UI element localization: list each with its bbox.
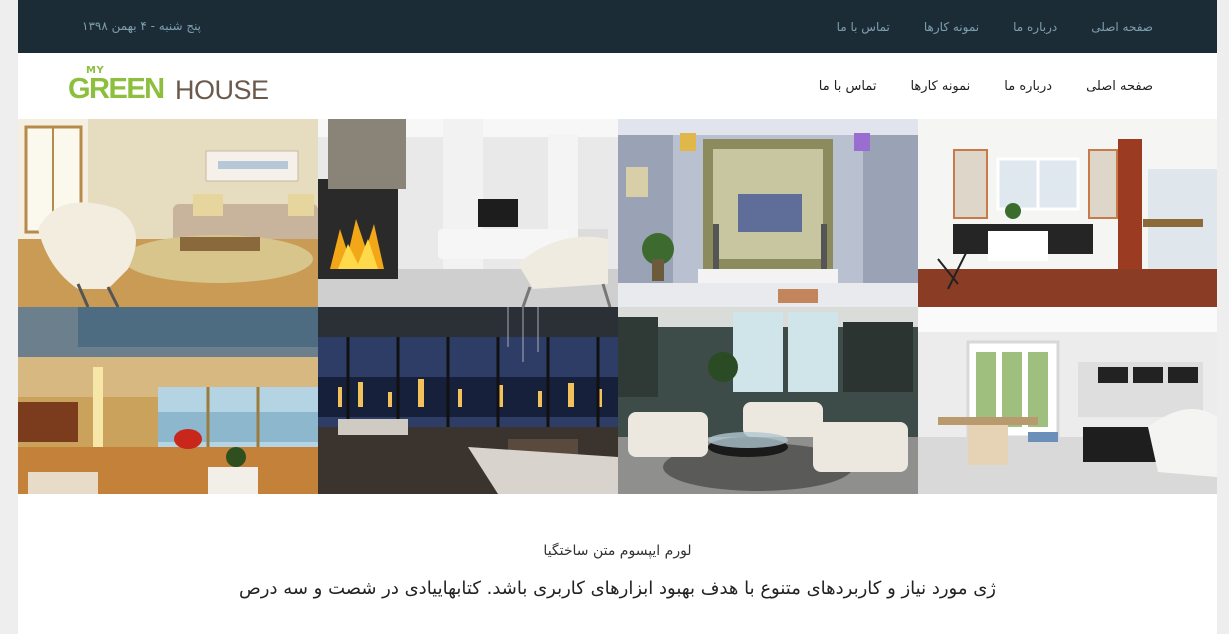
current-date: پنج شنبه - ۴ بهمن ۱۳۹۸: [82, 19, 202, 33]
section-lead-text: ژی مورد نیاز و کاربردهای متنوع با هدف به…: [239, 578, 996, 599]
nav-contact-link[interactable]: تماس با ما: [819, 79, 877, 94]
bright-living-room-image[interactable]: [918, 119, 1217, 307]
interior-gallery: [18, 119, 1217, 494]
top-nav-home-link[interactable]: صفحه اصلی: [1091, 20, 1153, 34]
fireplace-room-image[interactable]: [318, 119, 618, 307]
ocean-view-loft-image[interactable]: [18, 307, 318, 494]
page: صفحه اصلی درباره ما نمونه کارها تماس با …: [18, 0, 1217, 634]
nav-about-link[interactable]: درباره ما: [1004, 79, 1052, 94]
top-nav-portfolio-link[interactable]: نمونه کارها: [924, 20, 979, 34]
top-bar-nav: صفحه اصلی درباره ما نمونه کارها تماس با …: [837, 0, 1153, 53]
logo-green-text: GREEN: [68, 73, 165, 105]
living-room-image[interactable]: [18, 119, 318, 307]
site-header: MY GREEN HOUSE صفحه اصلی درباره ما نمونه…: [18, 53, 1217, 119]
white-lounge-room-image[interactable]: [918, 307, 1217, 494]
tv-wall-room-image[interactable]: [618, 119, 918, 307]
nav-portfolio-link[interactable]: نمونه کارها: [910, 79, 970, 94]
nav-home-link[interactable]: صفحه اصلی: [1086, 79, 1153, 94]
white-sofa-room-image[interactable]: [618, 307, 918, 494]
main-nav: صفحه اصلی درباره ما نمونه کارها تماس با …: [819, 53, 1153, 119]
logo-house-text: HOUSE: [175, 75, 269, 105]
site-logo[interactable]: MY GREEN HOUSE: [68, 65, 269, 107]
top-nav-contact-link[interactable]: تماس با ما: [837, 20, 890, 34]
city-night-view-room-image[interactable]: [318, 307, 618, 494]
section-subtitle: لورم ایپسوم متن ساختگیا: [543, 543, 692, 559]
top-nav-about-link[interactable]: درباره ما: [1013, 20, 1057, 34]
top-bar: صفحه اصلی درباره ما نمونه کارها تماس با …: [18, 0, 1217, 53]
